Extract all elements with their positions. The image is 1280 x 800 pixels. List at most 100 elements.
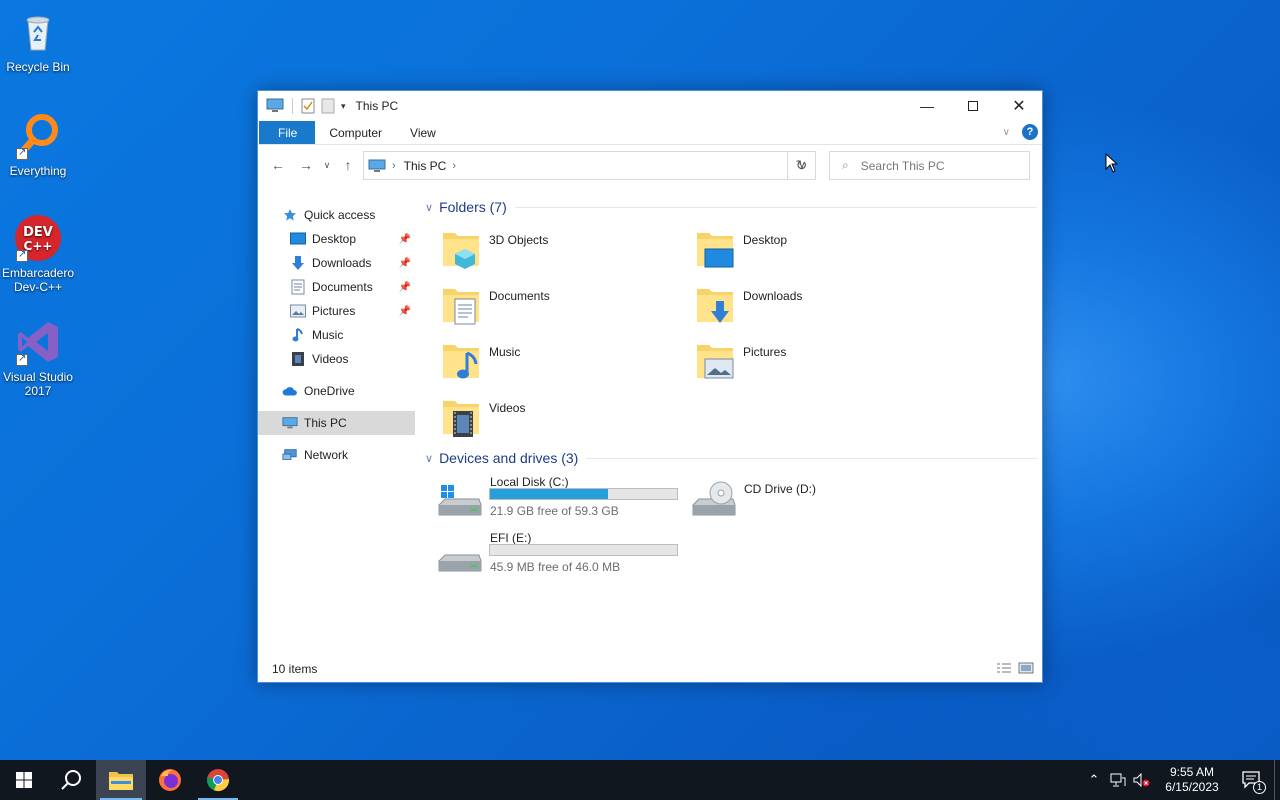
windows-drive-icon (437, 479, 483, 519)
search-icon: ⌕ (842, 158, 849, 172)
nav-videos[interactable]: Videos (258, 347, 415, 371)
address-bar[interactable]: › This PC › ∨ (363, 151, 816, 180)
back-button[interactable]: ← (264, 151, 292, 179)
search-box[interactable]: ⌕ Search This PC (829, 151, 1030, 180)
drive-local-disk-c[interactable]: Local Disk (C:) 21.9 GB free of 59.3 GB (437, 475, 682, 525)
breadcrumb-separator-icon[interactable]: › (392, 160, 396, 172)
drives-group-header[interactable]: ∨ Devices and drives (3) (425, 450, 1037, 466)
nav-label: Quick access (304, 208, 376, 222)
group-title: Devices and drives (3) (439, 450, 579, 466)
taskbar-file-explorer[interactable] (96, 760, 146, 800)
search-button[interactable] (48, 760, 96, 800)
folder-3d-objects[interactable]: 3D Objects (439, 227, 679, 277)
pin-icon[interactable]: 📌 (399, 282, 411, 293)
nav-label: Music (312, 328, 344, 342)
folder-documents[interactable]: Documents (439, 283, 679, 333)
folders-group-header[interactable]: ∨ Folders (7) (425, 199, 1037, 215)
group-title: Folders (7) (439, 199, 507, 215)
recent-locations-button[interactable]: ∨ (320, 151, 334, 179)
downloads-icon (290, 255, 306, 271)
desktop-icon-label: Everything (9, 164, 67, 178)
nav-music[interactable]: Music (258, 323, 415, 347)
onedrive-icon (282, 383, 298, 399)
quick-access-toolbar: ▾ (266, 98, 346, 114)
file-explorer-icon (109, 772, 133, 790)
nav-downloads[interactable]: Downloads 📌 (258, 251, 415, 275)
nav-label: Desktop (312, 232, 357, 246)
chrome-icon (207, 769, 230, 792)
minimize-button[interactable]: — (904, 91, 950, 121)
folder-desktop[interactable]: Desktop (693, 227, 933, 277)
taskbar-chrome[interactable] (194, 760, 242, 800)
start-button[interactable] (0, 760, 48, 800)
visual-studio-icon (14, 318, 62, 366)
folder-label: Downloads (743, 289, 803, 303)
drive-name: EFI (E:) (490, 531, 532, 545)
desktop-icon-recycle-bin[interactable]: Recycle Bin (0, 8, 76, 74)
volume-tray-icon[interactable] (1130, 760, 1154, 800)
taskbar-firefox[interactable] (146, 760, 194, 800)
desktop-icon-visual-studio[interactable]: Visual Studio 2017 (0, 318, 76, 398)
computer-icon (368, 159, 386, 172)
refresh-icon: ↻ (795, 157, 808, 173)
music-icon (290, 327, 306, 343)
help-icon[interactable]: ? (1022, 124, 1038, 140)
close-button[interactable]: ✕ (996, 91, 1042, 121)
pin-icon[interactable]: 📌 (399, 258, 411, 269)
folder-videos[interactable]: Videos (439, 395, 679, 445)
drive-cd-d[interactable]: CD Drive (D:) (691, 475, 936, 525)
tab-computer[interactable]: Computer (315, 121, 396, 144)
folder-downloads[interactable]: Downloads (693, 283, 933, 333)
show-desktop-button[interactable] (1274, 760, 1280, 800)
folder-label: Desktop (743, 233, 788, 247)
nav-desktop[interactable]: Desktop 📌 (258, 227, 415, 251)
svg-text:DEV: DEV (23, 225, 53, 240)
action-center-button[interactable]: 1 (1230, 760, 1274, 800)
system-clock[interactable]: 9:55 AM 6/15/2023 (1154, 765, 1230, 795)
pin-icon[interactable]: 📌 (399, 234, 411, 245)
computer-icon (282, 415, 298, 431)
title-bar[interactable]: ▾ This PC — ✕ (258, 91, 1042, 121)
tab-view[interactable]: View (396, 121, 450, 144)
navigation-bar: ← → ∨ ↑ › This PC › ∨ ↻ ⌕ Search This PC (258, 145, 1042, 185)
network-tray-icon[interactable] (1106, 760, 1130, 800)
folder-pictures[interactable]: Pictures (693, 339, 933, 389)
folder-label: Music (489, 345, 521, 359)
expand-ribbon-icon[interactable]: ∨ (1003, 127, 1010, 138)
cd-drive-icon (691, 479, 737, 519)
forward-button[interactable]: → (292, 151, 320, 179)
nav-documents[interactable]: Documents 📌 (258, 275, 415, 299)
documents-icon (290, 279, 306, 295)
desktop-icon-everything[interactable]: Everything (0, 112, 76, 178)
breadcrumb-separator-icon[interactable]: › (452, 160, 456, 172)
maximize-button[interactable] (950, 91, 996, 121)
refresh-button[interactable]: ↻ (787, 151, 816, 180)
details-view-icon[interactable] (996, 662, 1012, 677)
nav-network[interactable]: Network (258, 443, 415, 467)
file-explorer-window[interactable]: ▾ This PC — ✕ File Computer View ∨ ? ← →… (257, 90, 1043, 683)
nav-onedrive[interactable]: OneDrive (258, 379, 415, 403)
folder-music[interactable]: Music (439, 339, 679, 389)
drive-free-space: 45.9 MB free of 46.0 MB (490, 560, 621, 574)
nav-quick-access[interactable]: Quick access (258, 203, 415, 227)
new-folder-icon[interactable] (321, 98, 335, 114)
breadcrumb-this-pc[interactable]: This PC (404, 159, 447, 173)
up-button[interactable]: ↑ (334, 151, 362, 179)
nav-this-pc[interactable]: This PC (258, 411, 415, 435)
downloads-folder-icon (693, 283, 737, 327)
desktop-icon-devcpp[interactable]: DEV C++ Embarcadero Dev-C++ (0, 214, 76, 294)
drive-efi-e[interactable]: EFI (E:) 45.9 MB free of 46.0 MB (437, 531, 682, 581)
tab-file[interactable]: File (259, 121, 316, 144)
large-icons-view-icon[interactable] (1018, 662, 1034, 677)
pin-icon[interactable]: 📌 (399, 306, 411, 317)
properties-icon[interactable] (301, 98, 315, 114)
star-icon (282, 207, 298, 223)
customize-qat-icon[interactable]: ▾ (341, 101, 346, 112)
videos-folder-icon (439, 395, 483, 439)
nav-pictures[interactable]: Pictures 📌 (258, 299, 415, 323)
show-hidden-icons-button[interactable]: ⌃ (1082, 760, 1106, 800)
network-icon (282, 447, 298, 463)
chevron-down-icon: ∨ (323, 159, 331, 170)
clock-date: 6/15/2023 (1165, 780, 1219, 794)
volume-muted-icon (1133, 773, 1150, 787)
